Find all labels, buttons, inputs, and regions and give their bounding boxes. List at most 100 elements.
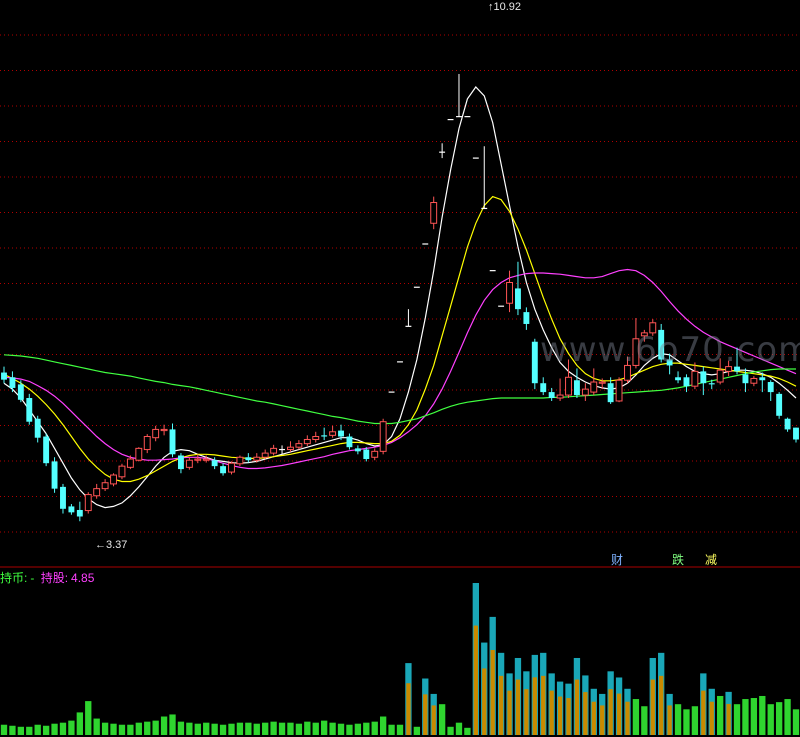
volume-bar xyxy=(295,723,303,735)
volume-bar-overlay xyxy=(406,683,411,735)
candle-body xyxy=(211,460,218,467)
volume-bar xyxy=(152,720,159,735)
volume-bar xyxy=(228,723,235,735)
volume-bar xyxy=(413,726,421,735)
volume-bar xyxy=(93,718,100,735)
volume-bar-overlay xyxy=(600,705,605,735)
candle-body xyxy=(379,421,387,452)
candle-body xyxy=(683,377,690,387)
candle-body xyxy=(506,282,513,304)
candle-body xyxy=(253,456,261,461)
moving-average-lines xyxy=(3,86,797,509)
volume-bar xyxy=(211,723,218,735)
candle-body xyxy=(750,377,758,384)
volume-bar xyxy=(674,704,682,735)
candle-body xyxy=(93,488,101,497)
candle-body xyxy=(590,381,598,393)
candle-body xyxy=(51,461,58,489)
low-price-annotation: ←3.37 xyxy=(95,539,127,551)
signal-die: 跌 xyxy=(672,553,685,567)
candle-body xyxy=(101,482,109,490)
indicator-status-bar: 持币: - 持股: 4.85 xyxy=(0,569,97,586)
candle-body xyxy=(354,448,361,452)
candle-body xyxy=(185,459,193,468)
volume-bar xyxy=(363,722,370,735)
volume-bar-overlay xyxy=(659,675,664,735)
volume-bar xyxy=(270,721,277,735)
volume-bar-overlay xyxy=(473,625,478,735)
candle-body xyxy=(565,376,572,396)
volume-bar xyxy=(135,722,142,735)
volume-bar xyxy=(144,721,151,735)
candle-body xyxy=(17,384,24,400)
volume-bar xyxy=(278,722,286,735)
volume-bar xyxy=(371,721,378,735)
volume-bar xyxy=(9,725,16,735)
candle-body xyxy=(194,458,202,461)
volume-bar-overlay xyxy=(608,689,613,735)
volume-bar-overlay xyxy=(709,701,714,735)
volume-bar xyxy=(742,699,749,735)
volume-bar xyxy=(186,722,193,735)
volume-bar xyxy=(438,704,446,735)
high-price-label: 10.92 xyxy=(493,1,522,13)
watermark: www.6o70.com xyxy=(540,330,800,370)
hold-stock-label: 持股: xyxy=(40,571,69,585)
volume-bar xyxy=(34,724,41,735)
volume-bar xyxy=(329,722,336,735)
volume-bar-overlay xyxy=(507,690,512,735)
volume-bar xyxy=(784,699,791,735)
candle-body xyxy=(60,486,66,509)
volume-bar-overlay xyxy=(541,675,546,735)
candle-body xyxy=(598,381,606,384)
volume-bar xyxy=(262,722,269,735)
volume-bar xyxy=(101,722,109,735)
volume-bar-overlay xyxy=(583,692,588,735)
candle-body xyxy=(515,288,521,310)
candle-body xyxy=(708,383,715,385)
candle-body xyxy=(236,456,244,465)
candle-body xyxy=(152,428,160,439)
candle-body xyxy=(228,462,235,473)
volume-bar xyxy=(245,722,252,735)
volume-bar xyxy=(464,727,471,735)
volume-bar xyxy=(127,724,134,735)
volume-bar xyxy=(0,724,8,735)
candle-body xyxy=(287,446,294,451)
candle-body xyxy=(312,436,320,440)
candle-body xyxy=(34,418,41,438)
signal-cai: 财 xyxy=(611,553,624,567)
candle-body xyxy=(700,371,707,384)
candle-body xyxy=(202,458,210,461)
volume-bar-overlay xyxy=(515,679,521,735)
candle-body xyxy=(245,457,252,461)
volume-bar xyxy=(194,723,201,735)
candle-body xyxy=(321,435,328,437)
volume-bar-overlay xyxy=(701,690,706,735)
candle-body xyxy=(716,369,724,383)
candle-body xyxy=(548,392,555,399)
candle-body xyxy=(169,429,176,455)
volume-bar xyxy=(396,724,404,735)
volume-bar xyxy=(236,722,244,735)
volume-bar-overlay xyxy=(574,679,580,735)
volume-bar-overlay xyxy=(532,677,537,735)
candle-body xyxy=(371,450,379,458)
volume-bar xyxy=(691,706,699,735)
volume-bar xyxy=(683,709,690,735)
candle-body xyxy=(295,443,303,448)
volume-bar xyxy=(59,722,67,735)
candle-body xyxy=(68,506,75,513)
volume-bar xyxy=(321,720,328,735)
candle-body xyxy=(126,458,134,468)
candle-body xyxy=(784,418,791,430)
volume-bar xyxy=(304,721,311,735)
volume-bar xyxy=(447,726,454,735)
volume-bar-overlay xyxy=(431,705,436,735)
hold-cash-label: 持币: xyxy=(0,571,28,585)
candle-body xyxy=(177,455,184,470)
volume-bar xyxy=(717,695,724,735)
volume-bar xyxy=(792,709,800,735)
volume-bar xyxy=(219,724,227,735)
volume-bar-overlay xyxy=(591,701,596,735)
